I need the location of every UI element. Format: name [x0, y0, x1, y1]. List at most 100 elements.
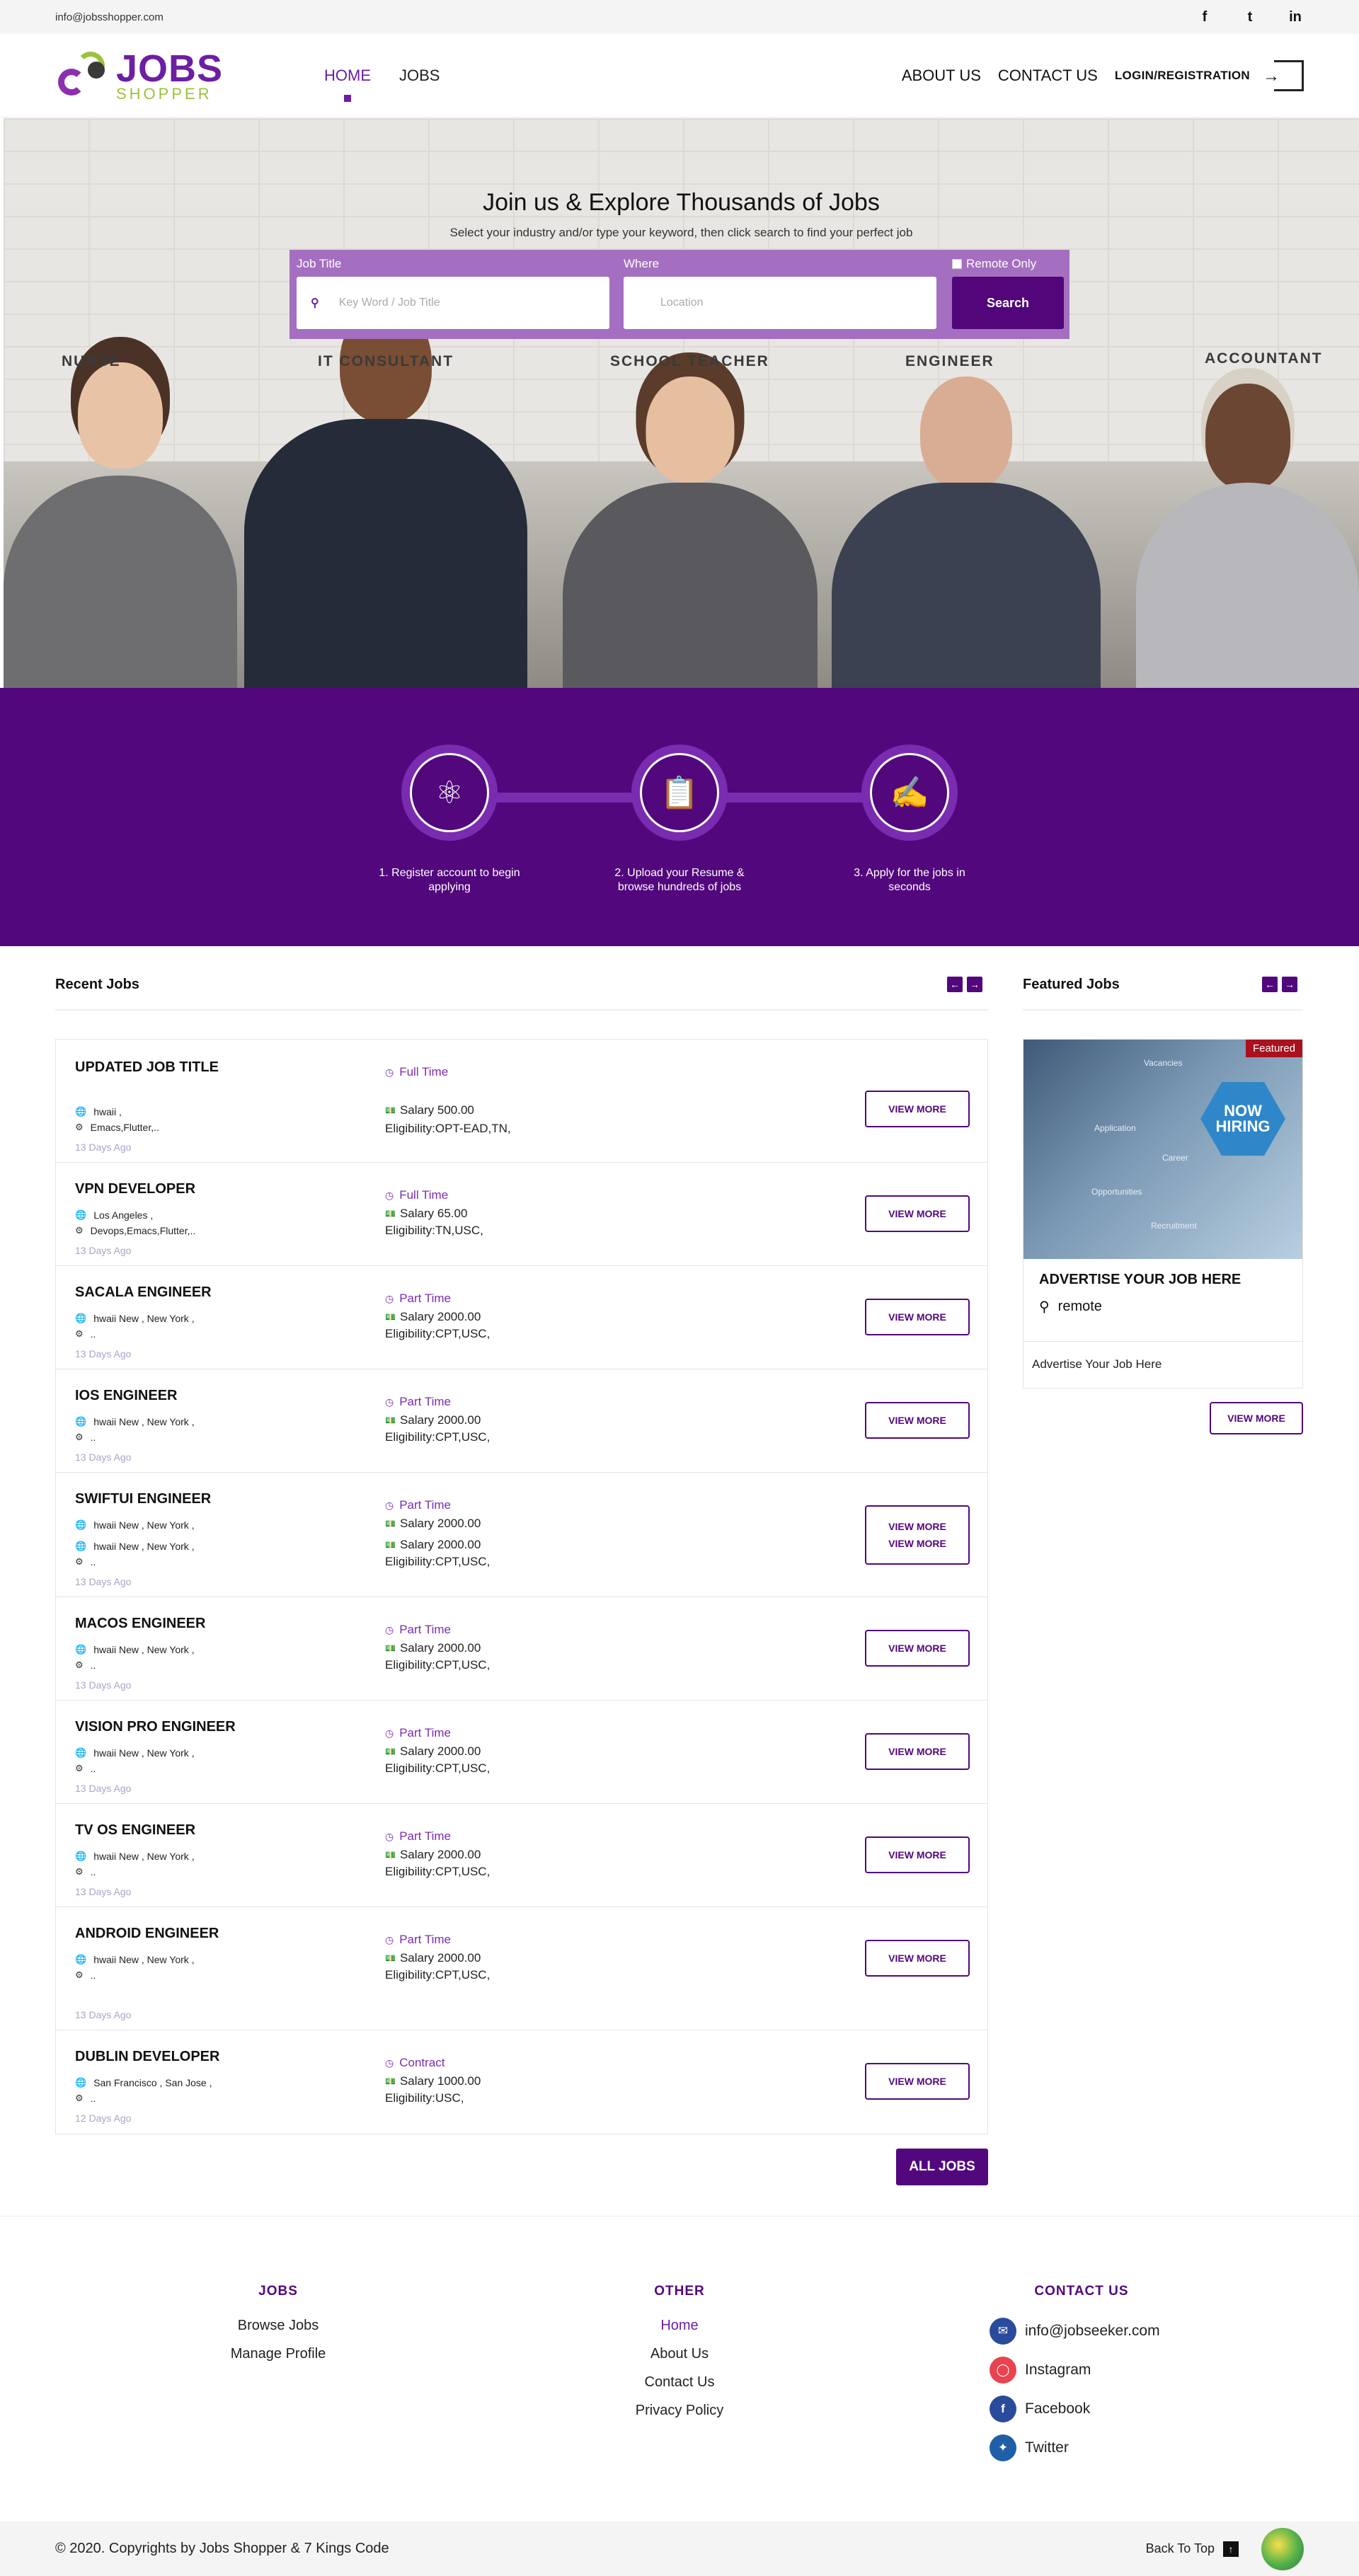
next-arrow-icon[interactable]: → — [1282, 977, 1297, 992]
globe-icon: 🌐 — [75, 1519, 87, 1530]
job-row: ANDROID ENGINEER 🌐 hwaii New , New York ,… — [56, 1907, 987, 2030]
job-row: SACALA ENGINEER 🌐 hwaii New , New York , … — [56, 1266, 987, 1369]
footer-link-browse-jobs[interactable]: Browse Jobs — [225, 2318, 331, 2334]
location-input[interactable]: Location — [624, 277, 936, 329]
facebook-icon: f — [990, 2396, 1016, 2422]
nav-about[interactable]: ABOUT US — [902, 67, 981, 85]
job-title[interactable]: MACOS ENGINEER — [75, 1616, 205, 1632]
job-title[interactable]: SACALA ENGINEER — [75, 1284, 212, 1301]
prev-arrow-icon[interactable]: ← — [947, 977, 963, 992]
login-door-icon[interactable] — [1263, 59, 1304, 91]
hero-person-accountant — [1136, 369, 1359, 688]
job-row: MACOS ENGINEER 🌐 hwaii New , New York , ⚙… — [56, 1597, 987, 1701]
footer-link-contact[interactable]: Contact Us — [623, 2374, 736, 2391]
money-icon: 💵 — [385, 1850, 396, 1860]
clock-icon: ◷ — [385, 1066, 394, 1078]
all-jobs-button[interactable]: ALL JOBS — [896, 2149, 988, 2185]
role-accountant: ACCOUNTANT — [1205, 350, 1323, 367]
job-row: TV OS ENGINEER 🌐 hwaii New , New York , ⚙… — [56, 1804, 987, 1907]
role-it-consultant: IT CONSULTANT — [318, 353, 454, 369]
footer-link-manage-profile[interactable]: Manage Profile — [225, 2346, 331, 2362]
hero-banner: NURSE IT CONSULTANT SCHOOL TEACHER ENGIN… — [4, 118, 1359, 688]
remote-only-checkbox[interactable]: Remote Only — [952, 257, 1036, 271]
search-icon: ⚲ — [311, 297, 319, 309]
money-icon: 💵 — [385, 1209, 396, 1219]
job-title[interactable]: UPDATED JOB TITLE — [75, 1059, 219, 1076]
job-title-input[interactable]: ⚲ Key Word / Job Title — [297, 277, 609, 329]
step-register: ⚛ 1. Register account to begin applying — [343, 744, 556, 895]
top-bar: info@jobsshopper.com f t in — [0, 0, 1359, 34]
featured-job-location: ⚲ remote — [1039, 1299, 1102, 1315]
footer-link-about[interactable]: About Us — [623, 2346, 736, 2362]
job-title[interactable]: DUBLIN DEVELOPER — [75, 2049, 219, 2065]
view-more-button[interactable]: VIEW MORE — [865, 1940, 970, 1977]
twitter-icon: ✦ — [990, 2434, 1016, 2461]
footer-contact-instagram[interactable]: ◯ Instagram — [990, 2357, 1174, 2384]
logo[interactable]: JOBS SHOPPER — [55, 47, 268, 104]
globe-icon: 🌐 — [75, 1747, 87, 1758]
globe-icon: 🌐 — [75, 1954, 87, 1965]
globe-icon: 🌐 — [75, 1209, 87, 1220]
job-row: SWIFTUI ENGINEER 🌐 hwaii New , New York ,… — [56, 1473, 987, 1597]
gear-icon: ⚙ — [75, 1866, 84, 1877]
nav-jobs[interactable]: JOBS — [399, 67, 440, 85]
globe-badge-icon — [1261, 2527, 1304, 2570]
nav-home[interactable]: HOME — [324, 67, 371, 85]
globe-icon: 🌐 — [75, 1106, 87, 1117]
job-title[interactable]: ANDROID ENGINEER — [75, 1926, 219, 1942]
gear-icon: ⚙ — [75, 1432, 84, 1442]
arrow-up-icon[interactable]: ↑ — [1223, 2541, 1239, 2557]
gear-icon: ⚙ — [75, 1970, 84, 1980]
nav-left: HOME JOBS — [324, 67, 440, 85]
footer-link-privacy[interactable]: Privacy Policy — [623, 2403, 736, 2419]
featured-job-card[interactable]: Vacancies Application Career Opportuniti… — [1023, 1039, 1303, 1388]
linkedin-icon[interactable]: in — [1287, 9, 1304, 25]
nav-login[interactable]: LOGIN/REGISTRATION — [1115, 69, 1250, 83]
next-arrow-icon[interactable]: → — [967, 977, 982, 992]
featured-job-title[interactable]: ADVERTISE YOUR JOB HERE — [1023, 1259, 1302, 1288]
facebook-icon[interactable]: f — [1196, 9, 1213, 25]
view-more-button[interactable]: VIEW MORE — [865, 2063, 970, 2100]
nav-contact[interactable]: CONTACT US — [998, 67, 1098, 85]
view-more-button[interactable]: VIEW MORE — [865, 1402, 970, 1439]
money-icon: 💵 — [385, 1747, 396, 1756]
money-icon: 💵 — [385, 2076, 396, 2086]
top-email[interactable]: info@jobsshopper.com — [55, 11, 164, 23]
featured-view-more-button[interactable]: VIEW MORE — [1210, 1402, 1303, 1434]
featured-jobs-title: Featured Jobs — [1023, 977, 1120, 992]
nav-right: ABOUT US CONTACT US LOGIN/REGISTRATION — [902, 59, 1304, 91]
back-to-top[interactable]: Back To Top ↑ — [1146, 2527, 1304, 2570]
job-title[interactable]: TV OS ENGINEER — [75, 1822, 195, 1839]
logo-mark-icon — [55, 47, 112, 104]
view-more-button[interactable]: VIEW MORE — [865, 1195, 970, 1232]
prev-arrow-icon[interactable]: ← — [1262, 977, 1278, 992]
view-more-button[interactable]: VIEW MORE — [865, 1836, 970, 1873]
job-title[interactable]: SWIFTUI ENGINEER — [75, 1491, 211, 1507]
gear-icon: ⚙ — [75, 1328, 84, 1339]
globe-icon: 🌐 — [75, 1541, 87, 1551]
role-nurse: NURSE — [62, 353, 121, 369]
clock-icon: ◷ — [385, 1499, 394, 1511]
hero-person-consultant — [244, 292, 527, 688]
search-button[interactable]: Search — [952, 277, 1064, 329]
view-more-button[interactable]: VIEW MORE — [865, 1299, 970, 1335]
view-more-button[interactable]: VIEW MORE — [865, 1091, 970, 1127]
view-more-button[interactable]: VIEW MORE — [865, 1630, 970, 1667]
footer-link-home[interactable]: Home — [623, 2318, 736, 2334]
view-more-button[interactable]: VIEW MORE — [865, 1733, 970, 1770]
job-search-form: Job Title ⚲ Key Word / Job Title Where L… — [289, 250, 1070, 339]
footer-contact-twitter[interactable]: ✦ Twitter — [990, 2434, 1174, 2461]
twitter-icon[interactable]: t — [1242, 9, 1258, 25]
job-title[interactable]: IOS ENGINEER — [75, 1388, 177, 1404]
job-title[interactable]: VPN DEVELOPER — [75, 1181, 195, 1197]
email-icon: ✉ — [990, 2318, 1016, 2345]
where-label: Where — [624, 257, 660, 270]
footer-other-column: OTHER Home About Us Contact Us Privacy P… — [623, 2284, 736, 2431]
job-title[interactable]: VISION PRO ENGINEER — [75, 1719, 236, 1735]
hero-subtitle: Select your industry and/or type your ke… — [449, 226, 913, 239]
copyright: © 2020. Copyrights by Jobs Shopper & 7 K… — [55, 2541, 389, 2556]
featured-job-image: Vacancies Application Career Opportuniti… — [1023, 1040, 1302, 1259]
footer-contact-email[interactable]: ✉ info@jobseeker.com — [990, 2318, 1174, 2345]
view-more-button[interactable]: VIEW MORE VIEW MORE — [865, 1505, 970, 1565]
footer-contact-facebook[interactable]: f Facebook — [990, 2396, 1174, 2422]
